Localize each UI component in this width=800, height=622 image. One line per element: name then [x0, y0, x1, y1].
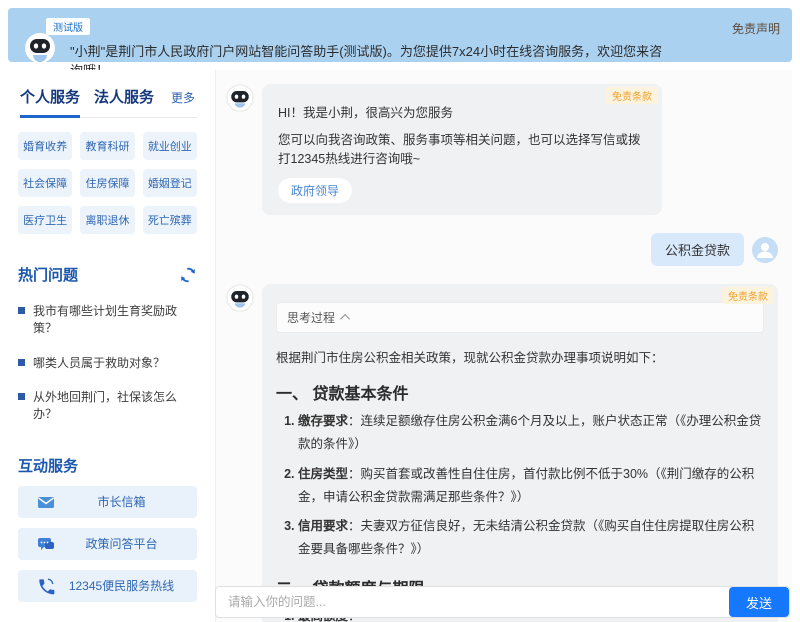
user-avatar-icon	[752, 237, 778, 263]
service-btn-housing[interactable]: 住房保障	[80, 169, 134, 197]
mail-icon	[36, 492, 56, 512]
chat-area: 免责条款 HI！我是小荆，很高兴为您服务 您可以向我咨询政策、服务事项等相关问题…	[215, 70, 792, 622]
disclaimer-badge[interactable]: 免责条款	[722, 287, 774, 304]
interactive-services-title: 互动服务	[18, 455, 197, 476]
bullet-square-icon	[18, 307, 25, 314]
tab-corporate-services[interactable]: 法人服务	[94, 86, 154, 115]
bot-avatar-icon	[226, 84, 254, 112]
chevron-up-icon	[340, 314, 350, 324]
service-btn-social-security[interactable]: 社会保障	[18, 169, 72, 197]
service-btn-education[interactable]: 教育科研	[80, 132, 134, 160]
hotline-12345-link[interactable]: 12345便民服务热线	[18, 570, 197, 602]
bot-message-row: 免责条款 思考过程 根据荆门市住房公积金相关政策，现就公积金贷款办理事项说明如下…	[226, 284, 778, 622]
service-btn-marriage-adoption[interactable]: 婚育收养	[18, 132, 72, 160]
bot-message-row: 免责条款 HI！我是小荆，很高兴为您服务 您可以向我咨询政策、服务事项等相关问题…	[226, 84, 778, 233]
answer-section1-title: 一、 贷款基本条件	[276, 380, 764, 404]
hot-questions-list: 我市有哪些计划生育奖励政策？ 哪类人员属于救助对象？ 从外地回荆门，社保该怎么办…	[18, 303, 197, 423]
greeting-line2: 您可以向我咨询政策、服务事项等相关问题，也可以选择写信或拨打12345热线进行咨…	[278, 131, 646, 169]
bullet-square-icon	[18, 393, 25, 400]
service-btn-marriage-registration[interactable]: 婚姻登记	[143, 169, 197, 197]
section1-list: 缴存要求：连续足额缴存住房公积金满6个月及以上，账户状态正常（《办理公积金贷款的…	[298, 410, 764, 561]
question-input[interactable]	[216, 587, 729, 617]
list-item: 缴存要求：连续足额缴存住房公积金满6个月及以上，账户状态正常（《办理公积金贷款的…	[298, 410, 764, 456]
disclaimer-badge[interactable]: 免责条款	[606, 87, 658, 104]
user-message-bubble: 公积金贷款	[651, 233, 744, 266]
chatbot-page: 测试版 "小荆"是荆门市人民政府门户网站智能问答助手(测试版)。为您提供7x24…	[0, 0, 800, 622]
robot-logo-icon	[24, 32, 56, 64]
service-btn-employment[interactable]: 就业创业	[143, 132, 197, 160]
greeting-line1: HI！我是小荆，很高兴为您服务	[278, 104, 646, 123]
message-input-bar: 发送	[215, 586, 790, 618]
sidebar: 个人服务 法人服务 更多 婚育收养 教育科研 就业创业 社会保障 住房保障 婚姻…	[8, 70, 207, 622]
service-tabs: 个人服务 法人服务 更多	[18, 86, 197, 118]
hot-question-item[interactable]: 哪类人员属于救助对象？	[18, 355, 197, 372]
service-btn-retirement[interactable]: 离职退休	[80, 206, 134, 234]
hot-questions-title: 热门问题	[18, 264, 78, 285]
list-item: 住房类型：购买首套或改善性自住住房，首付款比例不低于30%（《荆门缴存的公积金，…	[298, 463, 764, 509]
hot-questions-header: 热门问题	[18, 264, 197, 285]
service-btn-medical[interactable]: 医疗卫生	[18, 206, 72, 234]
more-link[interactable]: 更多	[171, 89, 195, 106]
quick-reply-gov-leaders[interactable]: 政府领导	[278, 178, 352, 203]
bot-greeting-bubble: 免责条款 HI！我是小荆，很高兴为您服务 您可以向我咨询政策、服务事项等相关问题…	[262, 84, 662, 215]
chat-icon	[36, 534, 56, 554]
tab-personal-services[interactable]: 个人服务	[20, 86, 80, 118]
service-category-grid: 婚育收养 教育科研 就业创业 社会保障 住房保障 婚姻登记 医疗卫生 离职退休 …	[18, 132, 197, 234]
disclaimer-link[interactable]: 免责声明	[732, 20, 780, 37]
bot-avatar-icon	[226, 284, 254, 312]
service-btn-funeral[interactable]: 死亡殡葬	[143, 206, 197, 234]
refresh-icon[interactable]	[179, 266, 197, 284]
thinking-process-toggle[interactable]: 思考过程	[276, 302, 764, 333]
bullet-square-icon	[18, 359, 25, 366]
send-button[interactable]: 发送	[729, 587, 789, 617]
bot-answer-bubble: 免责条款 思考过程 根据荆门市住房公积金相关政策，现就公积金贷款办理事项说明如下…	[262, 284, 778, 622]
mayor-mailbox-link[interactable]: 市长信箱	[18, 486, 197, 518]
user-message-row: 公积金贷款	[226, 233, 778, 266]
answer-intro: 根据荆门市住房公积金相关政策，现就公积金贷款办理事项说明如下：	[276, 347, 764, 366]
phone-icon	[36, 576, 56, 596]
policy-qa-platform-link[interactable]: 政策问答平台	[18, 528, 197, 560]
list-item: 信用要求：夫妻双方征信良好，无未结清公积金贷款（《购买自住住房提取住房公积金要具…	[298, 515, 764, 561]
top-banner: 测试版 "小荆"是荆门市人民政府门户网站智能问答助手(测试版)。为您提供7x24…	[8, 8, 792, 62]
hot-question-item[interactable]: 我市有哪些计划生育奖励政策？	[18, 303, 197, 337]
hot-question-item[interactable]: 从外地回荆门，社保该怎么办？	[18, 389, 197, 423]
